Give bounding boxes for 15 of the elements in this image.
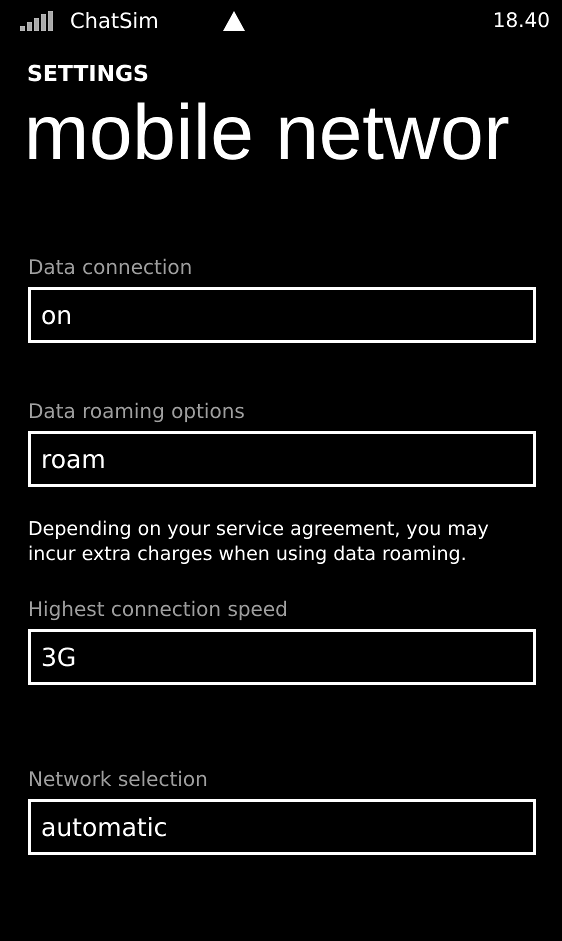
signal-icon [20, 11, 56, 31]
setting-label: Data roaming options [28, 399, 245, 423]
setting-picker[interactable]: automatic [28, 799, 536, 855]
setting-picker[interactable]: 3G [28, 629, 536, 685]
setting-picker[interactable]: on [28, 287, 536, 343]
page-title: mobile networ [24, 93, 510, 171]
setting-label: Network selection [28, 767, 208, 791]
section-heading: SETTINGS [27, 62, 149, 87]
carrier-name: ChatSim [70, 9, 159, 33]
setting-label: Data connection [28, 255, 192, 279]
setting-picker[interactable]: roam [28, 431, 536, 487]
clock: 18.40 [492, 8, 550, 32]
roaming-note: Depending on your service agreement, you may incur extra charges when using data roaming. [28, 517, 490, 567]
setting-label: Highest connection speed [28, 597, 288, 621]
triangle-icon [222, 11, 245, 31]
